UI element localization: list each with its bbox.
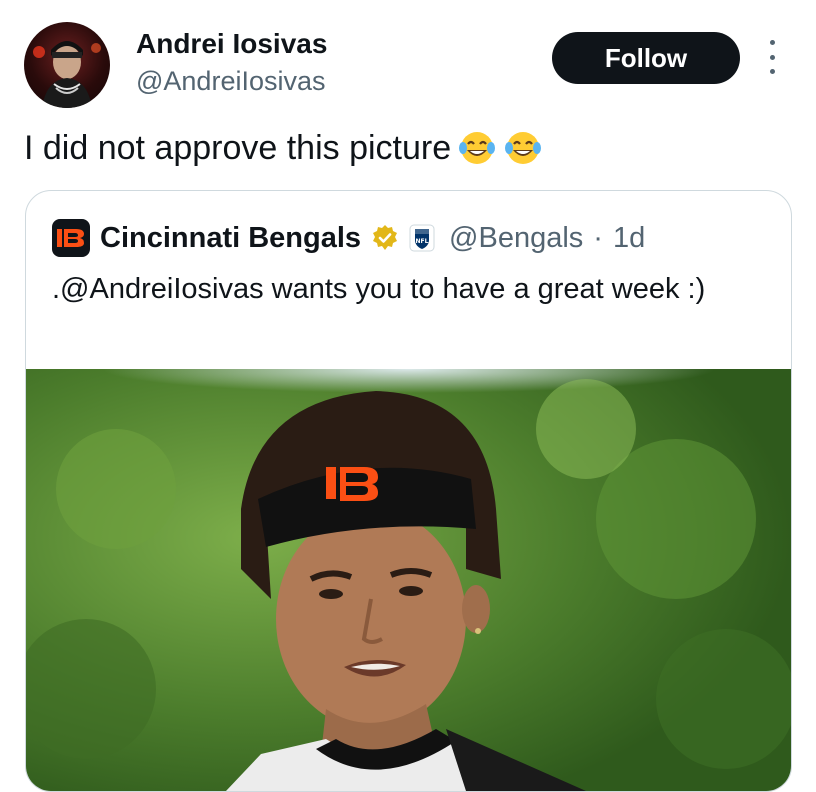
quoted-tweet-header: Cincinnati Bengals NFL @Bengals · 1d xyxy=(52,219,645,257)
quoted-timestamp[interactable]: 1d xyxy=(613,222,645,255)
quoted-display-name[interactable]: Cincinnati Bengals xyxy=(100,222,361,255)
more-options-icon[interactable] xyxy=(765,40,779,74)
tears-of-joy-emoji-icon xyxy=(459,132,496,164)
author-avatar[interactable] xyxy=(24,22,110,108)
nfl-affiliate-badge-icon: NFL xyxy=(409,224,435,252)
author-handle[interactable]: @AndreiIosivas xyxy=(136,66,326,97)
quoted-tweet-photo[interactable] xyxy=(26,369,791,791)
quoted-handle[interactable]: @Bengals xyxy=(449,222,583,255)
quoted-tweet-card[interactable]: Cincinnati Bengals NFL @Bengals · 1d .@A… xyxy=(25,190,792,792)
quoted-tweet-text: .@AndreiIosivas wants you to have a grea… xyxy=(52,273,706,305)
author-display-name[interactable]: Andrei Iosivas xyxy=(136,28,327,60)
follow-button[interactable]: Follow xyxy=(552,32,740,84)
tweet-body: I did not approve this picture xyxy=(24,128,452,167)
tears-of-joy-emoji-icon xyxy=(505,132,542,164)
verified-badge-icon xyxy=(373,225,398,250)
bengals-logo-icon[interactable] xyxy=(52,219,90,257)
svg-text:NFL: NFL xyxy=(416,238,429,245)
profile-photo-avatar-icon xyxy=(33,41,101,108)
tweet-text: I did not approve this picture xyxy=(24,128,543,168)
player-portrait-photo-icon xyxy=(26,369,791,791)
quoted-separator: · xyxy=(593,221,603,254)
